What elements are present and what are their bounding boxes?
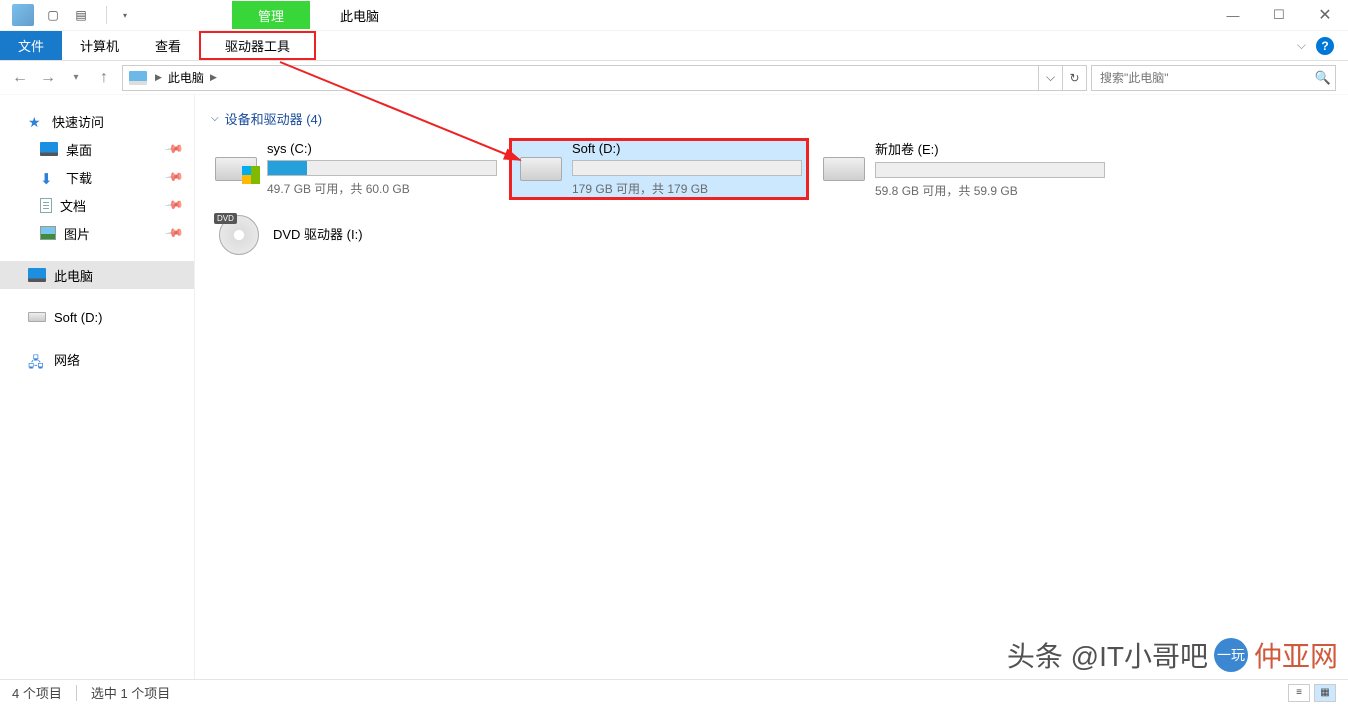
content-pane: ⌵ 设备和驱动器 (4) sys (C:) 49.7 GB 可用，共 60.0 G… (195, 95, 1348, 679)
drive-name: DVD 驱动器 (I:) (273, 224, 495, 243)
drive-icon (215, 147, 257, 191)
this-pc-icon (28, 268, 46, 282)
search-box[interactable]: 🔍 (1091, 65, 1336, 91)
watermark-logo-icon: 一玩 (1214, 638, 1248, 672)
ribbon-tab-drive-tools[interactable]: 驱动器工具 (199, 31, 316, 60)
view-tiles-button[interactable]: ▦ (1314, 684, 1336, 702)
sidebar-label: 此电脑 (54, 266, 93, 285)
ribbon-tab-view[interactable]: 查看 (137, 31, 199, 60)
sidebar-item-documents[interactable]: 文档 📌 (0, 191, 194, 219)
window-title: 此电脑 (340, 6, 379, 25)
pin-icon: 📌 (164, 167, 184, 187)
status-divider (76, 685, 77, 701)
drive-icon (520, 147, 562, 191)
chevron-down-icon: ⌵ (211, 113, 219, 124)
pin-icon: 📌 (164, 195, 184, 215)
help-icon[interactable]: ? (1316, 37, 1334, 55)
drive-tile-e[interactable]: 新加卷 (E:) 59.8 GB 可用，共 59.9 GB (813, 138, 1113, 200)
usage-bar (267, 160, 497, 176)
search-icon[interactable]: 🔍 (1311, 70, 1335, 86)
watermark: 头条 @IT小哥吧 一玩 仲亚网 (1007, 635, 1338, 675)
sidebar-item-pictures[interactable]: 图片 📌 (0, 219, 194, 247)
title-bar: ▢ ▤ ▾ 管理 此电脑 — ☐ ✕ (0, 0, 1348, 31)
sidebar-quick-access[interactable]: ★ 快速访问 (0, 107, 194, 135)
drive-tile-dvd[interactable]: DVD 驱动器 (I:) (205, 204, 505, 266)
ribbon: 文件 计算机 查看 驱动器工具 ⌵ ? (0, 31, 1348, 61)
quick-access-toolbar: ▢ ▤ ▾ (44, 6, 127, 24)
drive-tile-c[interactable]: sys (C:) 49.7 GB 可用，共 60.0 GB (205, 138, 505, 200)
navigation-bar: ← → ▾ ↑ ▶ 此电脑 ▶ ⌵ ↻ 🔍 (0, 61, 1348, 95)
watermark-text: 头条 @IT小哥吧 (1007, 635, 1208, 675)
drive-name: Soft (D:) (572, 141, 802, 156)
maximize-button[interactable]: ☐ (1256, 0, 1302, 30)
recent-locations-icon[interactable]: ▾ (62, 64, 90, 92)
breadcrumb-this-pc[interactable]: 此电脑 (164, 69, 208, 86)
ribbon-tab-computer[interactable]: 计算机 (62, 31, 137, 60)
pictures-icon (40, 226, 56, 240)
sidebar-label: 桌面 (66, 140, 92, 159)
drive-name: 新加卷 (E:) (875, 139, 1105, 158)
desktop-icon (40, 142, 58, 156)
qat-properties-icon[interactable]: ▢ (44, 6, 62, 24)
back-button[interactable]: ← (6, 64, 34, 92)
download-icon: ⬇ (40, 170, 58, 184)
group-label: 设备和驱动器 (4) (225, 109, 323, 128)
address-dropdown-icon[interactable]: ⌵ (1038, 65, 1062, 91)
qat-customize-icon[interactable]: ▾ (123, 11, 127, 20)
sidebar-item-downloads[interactable]: ⬇ 下载 📌 (0, 163, 194, 191)
sidebar-label: Soft (D:) (54, 310, 102, 325)
drive-icon (823, 147, 865, 191)
status-selected-count: 选中 1 个项目 (91, 683, 170, 702)
navigation-pane: ★ 快速访问 桌面 📌 ⬇ 下载 📌 文档 📌 图片 📌 此电脑 Soft (D:) 🖧 网络 (0, 95, 195, 679)
usage-bar (572, 160, 802, 176)
pin-icon: 📌 (164, 139, 184, 159)
sidebar-label: 文档 (60, 196, 86, 215)
watermark-trail: 仲亚网 (1254, 635, 1338, 675)
this-pc-icon (129, 71, 147, 85)
group-header-devices[interactable]: ⌵ 设备和驱动器 (4) (205, 103, 1338, 138)
drive-name: sys (C:) (267, 141, 497, 156)
contextual-tab-manage[interactable]: 管理 (232, 1, 310, 29)
sidebar-item-desktop[interactable]: 桌面 📌 (0, 135, 194, 163)
app-icon (12, 4, 34, 26)
status-bar: 4 个项目 选中 1 个项目 ≡ ▦ (0, 679, 1348, 705)
usage-bar (875, 162, 1105, 178)
breadcrumb-chevron-icon[interactable]: ▶ (208, 72, 219, 83)
star-icon: ★ (28, 114, 46, 128)
sidebar-item-this-pc[interactable]: 此电脑 (0, 261, 194, 289)
forward-button[interactable]: → (34, 64, 62, 92)
minimize-button[interactable]: — (1210, 0, 1256, 30)
search-input[interactable] (1092, 71, 1311, 85)
up-button[interactable]: ↑ (90, 64, 118, 92)
ribbon-tab-file[interactable]: 文件 (0, 31, 62, 60)
sidebar-label: 快速访问 (52, 112, 104, 131)
sidebar-label: 网络 (54, 350, 80, 369)
sidebar-item-soft-d[interactable]: Soft (D:) (0, 303, 194, 331)
qat-separator (106, 6, 107, 24)
pin-icon: 📌 (164, 223, 184, 243)
view-details-button[interactable]: ≡ (1288, 684, 1310, 702)
refresh-icon[interactable]: ↻ (1062, 65, 1086, 91)
document-icon (40, 198, 52, 213)
sidebar-item-network[interactable]: 🖧 网络 (0, 345, 194, 373)
drive-icon (28, 312, 46, 322)
qat-new-folder-icon[interactable]: ▤ (72, 6, 90, 24)
sidebar-label: 下载 (66, 168, 92, 187)
ribbon-expand-icon[interactable]: ⌵ (1297, 38, 1306, 53)
close-button[interactable]: ✕ (1302, 0, 1348, 30)
drive-usage-text: 49.7 GB 可用，共 60.0 GB (267, 180, 497, 197)
drive-usage-text: 59.8 GB 可用，共 59.9 GB (875, 182, 1105, 199)
drive-tile-d[interactable]: Soft (D:) 179 GB 可用，共 179 GB (509, 138, 809, 200)
drive-usage-text: 179 GB 可用，共 179 GB (572, 180, 802, 197)
network-icon: 🖧 (28, 352, 46, 366)
sidebar-label: 图片 (64, 224, 90, 243)
dvd-icon (215, 213, 263, 257)
status-item-count: 4 个项目 (12, 683, 62, 702)
breadcrumb-chevron-icon[interactable]: ▶ (153, 72, 164, 83)
address-bar[interactable]: ▶ 此电脑 ▶ ⌵ ↻ (122, 65, 1087, 91)
